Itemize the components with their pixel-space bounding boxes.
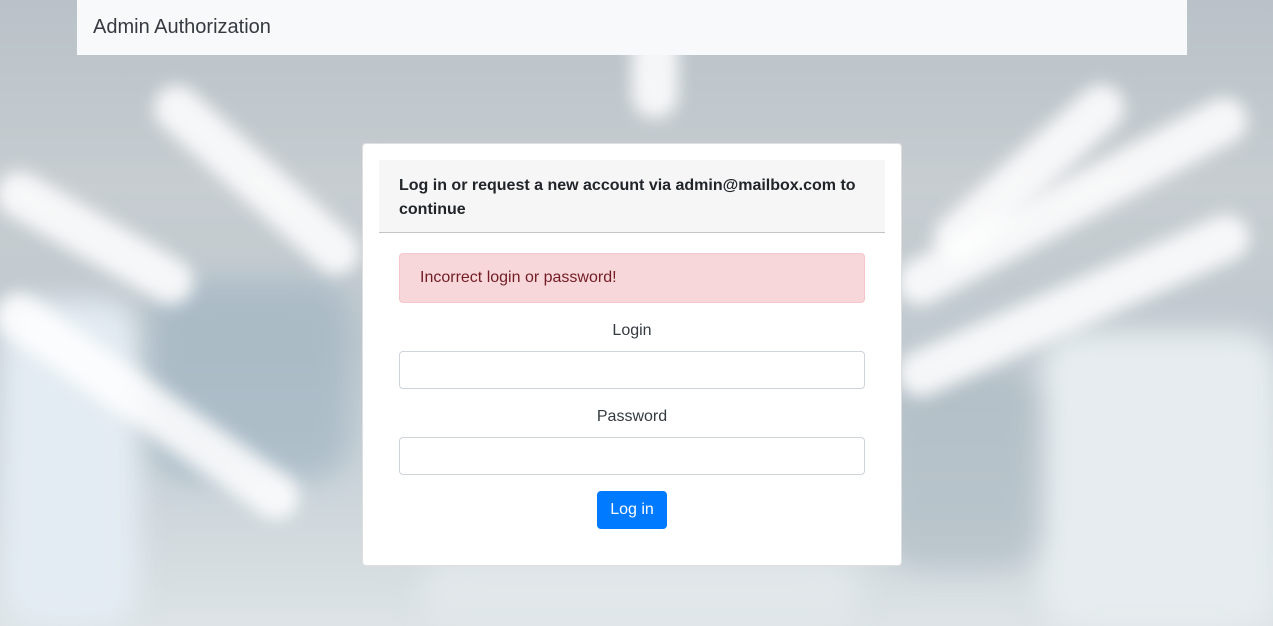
login-input[interactable] (399, 351, 865, 389)
error-alert: Incorrect login or password! (399, 253, 865, 303)
background-blur-floor (420, 560, 860, 626)
login-label: Login (612, 322, 652, 339)
navbar-brand[interactable]: Admin Authorization (93, 16, 271, 39)
background-blur-right (1040, 330, 1273, 626)
card-header: Log in or request a new account via admi… (379, 160, 885, 233)
password-label: Password (596, 408, 668, 425)
background-light-stripe (144, 75, 369, 285)
background-light-stripe (0, 163, 203, 313)
password-input[interactable] (399, 437, 865, 475)
navbar: Admin Authorization (77, 0, 1187, 55)
login-button[interactable]: Log in (597, 491, 667, 529)
background-blur-gray (880, 370, 1040, 570)
error-alert-text: Incorrect login or password! (420, 269, 617, 286)
login-card: Log in or request a new account via admi… (362, 143, 902, 566)
